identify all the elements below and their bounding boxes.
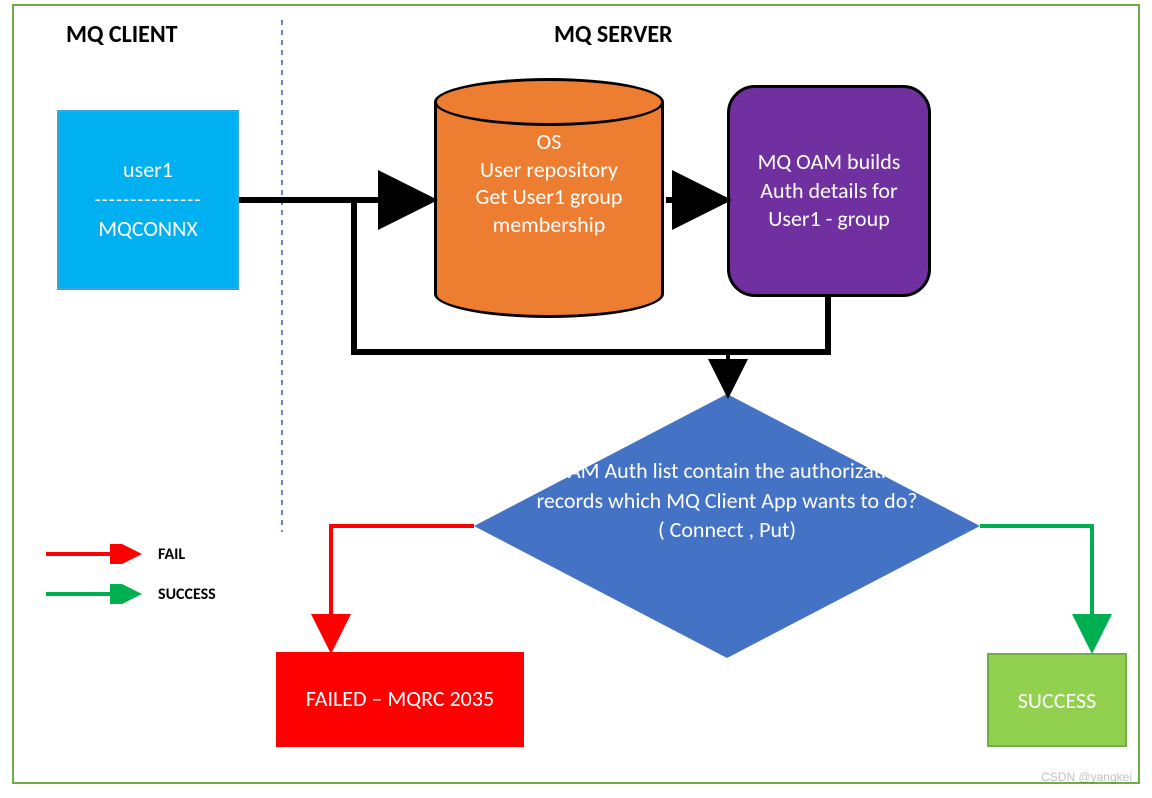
client-divider: --------------- <box>95 186 202 214</box>
fail-text: FAILED – MQRC 2035 <box>306 685 494 714</box>
legend-success-label: SUCCESS <box>158 585 216 604</box>
success-result-box: SUCCESS <box>987 653 1127 747</box>
cylinder-top <box>434 78 664 126</box>
os-user-repository-cylinder: OS User repository Get User1 group membe… <box>434 78 664 318</box>
mq-oam-box: MQ OAM builds Auth details for User1 - g… <box>727 85 931 297</box>
oam-text: MQ OAM builds Auth details for User1 - g… <box>740 148 918 234</box>
legend-fail-row: FAIL <box>44 544 185 564</box>
client-call-label: MQCONNX <box>98 214 198 245</box>
legend-success-arrow-icon <box>44 584 144 604</box>
failed-result-box: FAILED – MQRC 2035 <box>276 652 524 747</box>
legend-fail-arrow-icon <box>44 544 144 564</box>
header-mq-server: MQ SERVER <box>554 20 673 49</box>
diagram-canvas: MQ CLIENT MQ SERVER user1 --------------… <box>12 4 1140 784</box>
cylinder-text: OS User repository Get User1 group membe… <box>434 128 664 238</box>
header-mq-client: MQ CLIENT <box>66 20 178 49</box>
legend-success-row: SUCCESS <box>44 584 216 604</box>
cylinder-bottom <box>434 270 664 318</box>
client-box: user1 --------------- MQCONNX <box>57 110 239 290</box>
success-text: SUCCESS <box>1018 687 1096 714</box>
decision-text: If OAM Auth list contain the authorizati… <box>534 456 920 545</box>
legend-fail-label: FAIL <box>158 545 185 564</box>
decision-diamond: If OAM Auth list contain the authorizati… <box>474 394 980 658</box>
client-user-label: user1 <box>123 155 173 186</box>
watermark-text: CSDN @yangkei <box>1041 770 1132 784</box>
